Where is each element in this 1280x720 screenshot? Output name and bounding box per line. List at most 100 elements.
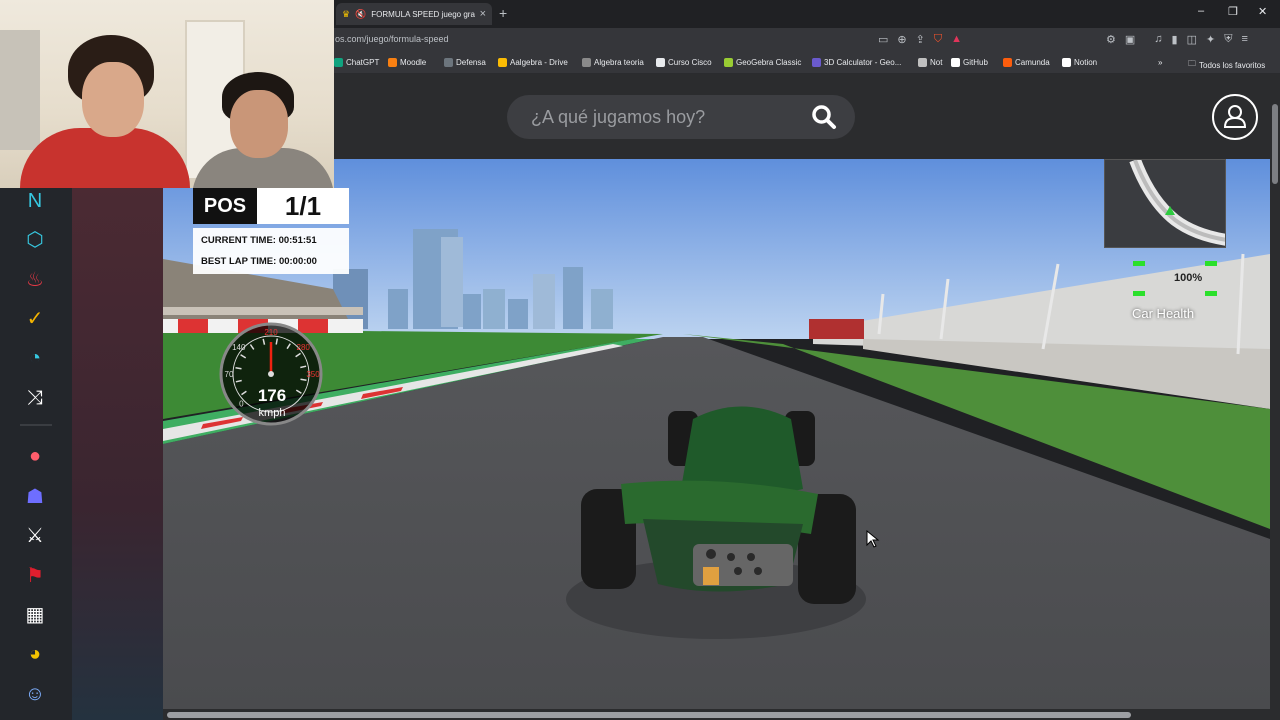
address-actions: ▭ ⊕ ⇪ ⛉ ▲ bbox=[878, 33, 962, 46]
bookmark-favicon-icon bbox=[582, 58, 591, 67]
bookmark-item[interactable]: Camunda bbox=[1003, 58, 1050, 67]
speed-value: 176 bbox=[257, 386, 287, 405]
tab-title: FORMULA SPEED juego grati bbox=[371, 9, 475, 19]
category-sidebar: N ⬡ ♨ ✓ ◔ ⤨ ● ☗ ⚔ ⚑ ▦ ◕ ☺ bbox=[0, 188, 72, 720]
search-bar[interactable]: ¿A qué jugamos hoy? bbox=[507, 95, 855, 139]
speedo-tick-label: 210 bbox=[264, 328, 278, 337]
user-account-button[interactable] bbox=[1212, 94, 1258, 140]
menu-icon[interactable]: ≡ bbox=[1241, 33, 1247, 46]
network-icon[interactable]: ⬡ bbox=[22, 226, 48, 252]
car-health-label: Car Health bbox=[1132, 306, 1195, 321]
position-display: POS 1/1 bbox=[193, 188, 349, 224]
bookmark-item[interactable]: Not bbox=[918, 58, 942, 67]
bookmark-item[interactable]: Curso Cisco bbox=[656, 58, 712, 67]
lap-time-panel: CURRENT TIME: 00:51:51 BEST LAP TIME: 00… bbox=[193, 228, 349, 274]
dots-icon[interactable]: ● bbox=[22, 443, 48, 469]
screen-cast-icon[interactable]: ▭ bbox=[878, 33, 888, 46]
speed-unit: kmph bbox=[258, 407, 286, 419]
kids-icon[interactable]: ☺ bbox=[22, 681, 48, 707]
url-text[interactable]: os.com/juego/formula-speed bbox=[335, 34, 449, 44]
bookmark-label: Defensa bbox=[456, 58, 486, 67]
pacman-icon[interactable]: ◕ bbox=[22, 641, 48, 667]
speed-gauge-icon[interactable]: ◔ bbox=[22, 345, 48, 371]
bookmarks-more-button[interactable]: » bbox=[1158, 58, 1162, 67]
zoom-icon[interactable]: ⊕ bbox=[897, 33, 906, 46]
bookmark-favicon-icon bbox=[1003, 58, 1012, 67]
search-icon[interactable] bbox=[811, 104, 837, 130]
speedo-tick-label: 0 bbox=[239, 400, 244, 409]
trending-fire-icon[interactable]: ♨ bbox=[22, 266, 48, 292]
bookmark-label: Aalgebra - Drive bbox=[510, 58, 568, 67]
bookmark-item[interactable]: Aalgebra - Drive bbox=[498, 58, 568, 67]
rewards-icon[interactable]: ▲ bbox=[951, 33, 962, 46]
bookmark-item[interactable]: GeoGebra Classic bbox=[724, 58, 801, 67]
bookmark-item[interactable]: ChatGPT bbox=[334, 58, 379, 67]
bookmark-label: Curso Cisco bbox=[668, 58, 712, 67]
racing-flag-icon[interactable]: ▦ bbox=[22, 601, 48, 627]
bookmark-favicon-icon bbox=[334, 58, 343, 67]
folder-icon: 🗀 bbox=[1188, 59, 1196, 68]
bookmark-favicon-icon bbox=[812, 58, 821, 67]
media-icon[interactable]: ♫ bbox=[1154, 33, 1162, 46]
wallet-icon[interactable]: ◫ bbox=[1187, 33, 1197, 46]
shuffle-icon[interactable]: ⤨ bbox=[22, 385, 48, 411]
sidebar-divider bbox=[20, 424, 52, 426]
bookmark-favicon-icon bbox=[724, 58, 733, 67]
mute-icon[interactable]: 🔇 bbox=[355, 9, 366, 20]
bookmark-favicon-icon bbox=[656, 58, 665, 67]
screen: ♛ 🔇 FORMULA SPEED juego grati × + – ❐ ✕ … bbox=[0, 0, 1280, 720]
extension-icon[interactable]: ⚙ bbox=[1106, 33, 1116, 46]
bookmark-item[interactable]: Algebra teoria bbox=[582, 58, 644, 67]
bookmark-favicon-icon bbox=[918, 58, 927, 67]
vertical-scroll-thumb[interactable] bbox=[1272, 104, 1278, 184]
vpn-icon[interactable]: ⛨ bbox=[1224, 33, 1232, 46]
search-input[interactable]: ¿A qué jugamos hoy? bbox=[531, 107, 811, 128]
bookmark-item[interactable]: GitHub bbox=[951, 58, 988, 67]
horizontal-scroll-thumb[interactable] bbox=[167, 712, 1131, 718]
browser-tab[interactable]: ♛ 🔇 FORMULA SPEED juego grati × bbox=[336, 3, 492, 25]
vertical-scrollbar[interactable] bbox=[1270, 74, 1280, 720]
flag-icon[interactable]: ⚑ bbox=[22, 562, 48, 588]
toolbar-actions: ⚙ ▣ ♫ ▮ ◫ ✦ ⛨ ≡ bbox=[1106, 33, 1248, 46]
speedo-tick-label: 350 bbox=[306, 370, 320, 379]
bookmark-favicon-icon bbox=[444, 58, 453, 67]
screenshot-icon[interactable]: ▣ bbox=[1125, 33, 1135, 46]
track-minimap bbox=[1104, 159, 1226, 248]
site-header: ¿A qué jugamos hoy? bbox=[334, 74, 1280, 159]
bookmark-label: GeoGebra Classic bbox=[736, 58, 802, 67]
tab-favicon-icon: ♛ bbox=[342, 8, 351, 19]
horizontal-scrollbar[interactable] bbox=[163, 709, 1270, 720]
two-players-icon[interactable]: ☗ bbox=[22, 483, 48, 509]
best-lap-time: BEST LAP TIME: 00:00:00 bbox=[201, 256, 317, 267]
current-time: CURRENT TIME: 00:51:51 bbox=[201, 235, 317, 246]
bookmark-label: Algebra teoria bbox=[594, 58, 644, 67]
new-games-icon[interactable]: N bbox=[22, 188, 48, 214]
close-window-button[interactable]: ✕ bbox=[1258, 5, 1267, 18]
brave-shield-icon[interactable]: ⛉ bbox=[934, 33, 942, 46]
bookmark-label: GitHub bbox=[963, 58, 988, 67]
crossed-swords-icon[interactable]: ⚔ bbox=[22, 522, 48, 548]
bookmark-item[interactable]: Moodle bbox=[388, 58, 426, 67]
bookmark-label: 3D Calculator - Geo... bbox=[824, 58, 902, 67]
all-favorites-folder[interactable]: 🗀 Todos los favoritos bbox=[1188, 58, 1265, 72]
position-label: POS bbox=[193, 188, 257, 224]
bookmark-item[interactable]: Defensa bbox=[444, 58, 486, 67]
position-value: 1/1 bbox=[257, 188, 349, 224]
bookmarks-more-label: » bbox=[1158, 58, 1163, 67]
minimize-button[interactable]: – bbox=[1198, 5, 1204, 17]
tab-close-icon[interactable]: × bbox=[480, 8, 486, 20]
bookmark-item[interactable]: Notion bbox=[1062, 58, 1097, 67]
pit-building bbox=[809, 319, 864, 339]
leo-ai-icon[interactable]: ✦ bbox=[1206, 33, 1215, 46]
all-favorites-label: Todos los favoritos bbox=[1199, 60, 1266, 70]
checkmark-icon[interactable]: ✓ bbox=[22, 305, 48, 331]
bookmark-favicon-icon bbox=[498, 58, 507, 67]
sidebar-toggle-icon[interactable]: ▮ bbox=[1172, 33, 1178, 46]
restore-button[interactable]: ❐ bbox=[1228, 5, 1238, 18]
speedo-tick-label: 280 bbox=[297, 343, 311, 352]
car-health-percent: 100% bbox=[1174, 272, 1203, 284]
new-tab-button[interactable]: + bbox=[499, 5, 507, 21]
share-icon[interactable]: ⇪ bbox=[916, 33, 925, 46]
bookmark-item[interactable]: 3D Calculator - Geo... bbox=[812, 58, 901, 67]
bookmark-favicon-icon bbox=[388, 58, 397, 67]
